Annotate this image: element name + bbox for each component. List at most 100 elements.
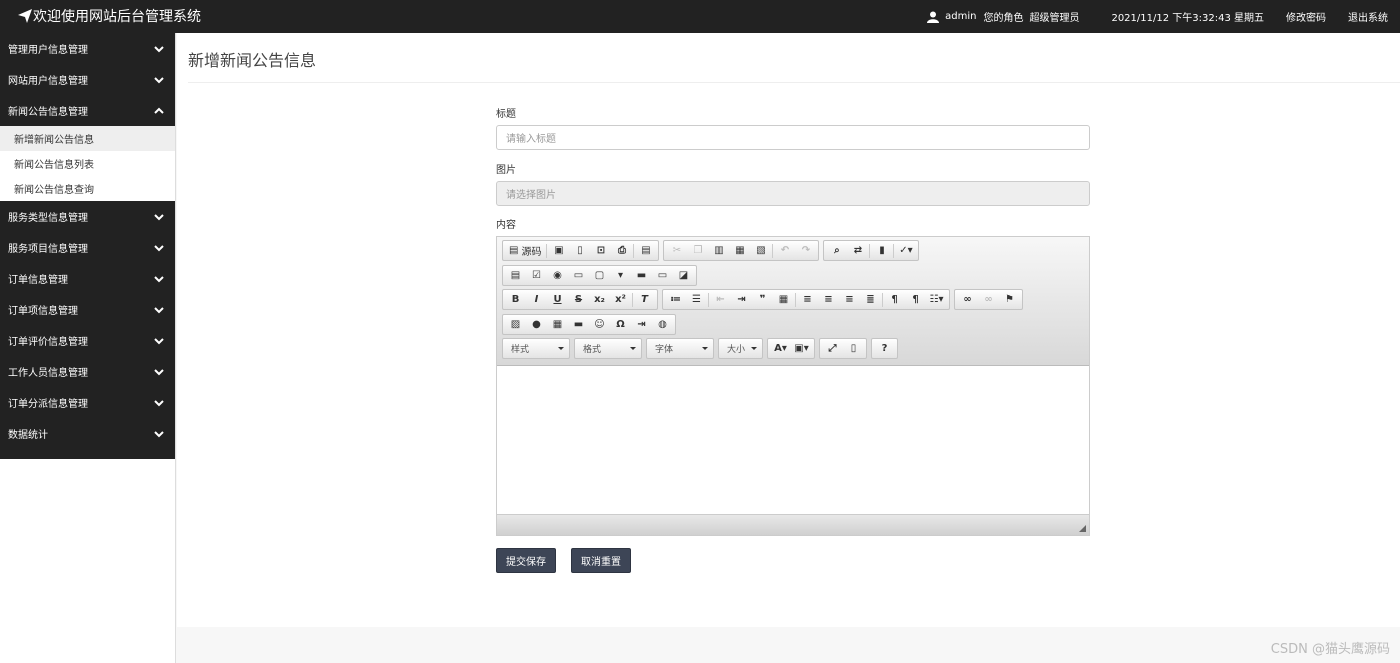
- sidebar-item-service-items[interactable]: 服务项目信息管理: [0, 232, 175, 263]
- app-title: 欢迎使用网站后台管理系统: [33, 9, 201, 25]
- bold-icon[interactable]: B: [505, 290, 526, 309]
- spellcheck-icon[interactable]: ✓▾: [895, 241, 916, 260]
- page-break-icon[interactable]: ⇥: [631, 315, 652, 334]
- unlink-icon[interactable]: ∞: [978, 290, 999, 309]
- replace-icon[interactable]: ⇄: [847, 241, 868, 260]
- select-all-icon[interactable]: ▮: [871, 241, 892, 260]
- language-icon[interactable]: ☷▾: [926, 290, 947, 309]
- sidebar-item-admin-users[interactable]: 管理用户信息管理: [0, 33, 175, 64]
- sidebar: 管理用户信息管理 网站用户信息管理 新闻公告信息管理 新增新闻公告信息 新闻公告…: [0, 33, 176, 663]
- sidebar-item-order-items[interactable]: 订单项信息管理: [0, 294, 175, 325]
- sidebar-item-site-users[interactable]: 网站用户信息管理: [0, 64, 175, 95]
- cut-icon[interactable]: ✂: [666, 241, 687, 260]
- blockquote-icon[interactable]: ❞: [752, 290, 773, 309]
- help-icon[interactable]: ?: [874, 339, 895, 358]
- font-select-label: 字体: [655, 345, 674, 355]
- strike-icon[interactable]: S: [568, 290, 589, 309]
- title-input[interactable]: 请输入标题: [496, 125, 1090, 150]
- maximize-icon[interactable]: ⤢: [822, 339, 843, 358]
- create-div-icon[interactable]: ▦: [773, 290, 794, 309]
- content-field: 内容 ▤ 源码 ▣ ▯ ⊡ ⎙ ▤ ✂ ❐ ▥ ▦ ▧ ↶ ↷ ⌕ ⇄ ▮ ✓▾…: [496, 216, 1090, 536]
- indent-icon[interactable]: ⇥: [731, 290, 752, 309]
- print-icon[interactable]: ⎙: [611, 241, 632, 260]
- size-select[interactable]: 大小: [718, 338, 763, 359]
- numbered-list-icon[interactable]: ≔: [665, 290, 686, 309]
- smiley-icon[interactable]: ☺: [589, 315, 610, 334]
- table-icon[interactable]: ▦: [547, 315, 568, 334]
- rtl-icon[interactable]: ¶: [905, 290, 926, 309]
- new-page-icon[interactable]: ▯: [569, 241, 590, 260]
- chevron-down-icon: [154, 244, 164, 251]
- sidebar-subitem-add-news[interactable]: 新增新闻公告信息: [0, 126, 175, 151]
- align-center-icon[interactable]: ≡: [818, 290, 839, 309]
- image-icon[interactable]: ▨: [505, 315, 526, 334]
- resize-handle-icon[interactable]: [1079, 525, 1086, 532]
- align-right-icon[interactable]: ≡: [839, 290, 860, 309]
- button-icon[interactable]: ▬: [631, 266, 652, 285]
- username: admin: [945, 11, 977, 22]
- templates-icon[interactable]: ▤: [635, 241, 656, 260]
- separator: [708, 292, 709, 307]
- editor-content-area[interactable]: [497, 366, 1089, 514]
- textarea-icon[interactable]: ▢: [589, 266, 610, 285]
- textfield-icon[interactable]: ▭: [568, 266, 589, 285]
- reset-button[interactable]: 取消重置: [571, 548, 631, 573]
- sidebar-item-order-reviews[interactable]: 订单评价信息管理: [0, 325, 175, 356]
- bg-color-icon[interactable]: ▣▾: [791, 339, 812, 358]
- hidden-field-icon[interactable]: ◪: [673, 266, 694, 285]
- sidebar-subitem-news-query[interactable]: 新闻公告信息查询: [0, 176, 175, 201]
- sidebar-item-service-types[interactable]: 服务类型信息管理: [0, 201, 175, 232]
- chevron-down-icon: [154, 430, 164, 437]
- logout-link[interactable]: 退出系统: [1348, 9, 1388, 24]
- sidebar-item-news[interactable]: 新闻公告信息管理: [0, 95, 175, 126]
- paste-word-icon[interactable]: ▧: [750, 241, 771, 260]
- image-button-icon[interactable]: ▭: [652, 266, 673, 285]
- link-icon[interactable]: ∞: [957, 290, 978, 309]
- change-password-link[interactable]: 修改密码: [1286, 9, 1326, 24]
- subscript-icon[interactable]: x₂: [589, 290, 610, 309]
- text-color-icon[interactable]: A▾: [770, 339, 791, 358]
- font-select[interactable]: 字体: [646, 338, 714, 359]
- sidebar-item-order-dispatch[interactable]: 订单分派信息管理: [0, 387, 175, 418]
- align-left-icon[interactable]: ≡: [797, 290, 818, 309]
- checkbox-icon[interactable]: ☑: [526, 266, 547, 285]
- horizontal-rule-icon[interactable]: ▬: [568, 315, 589, 334]
- sidebar-subitem-news-list[interactable]: 新闻公告信息列表: [0, 151, 175, 176]
- form-icon[interactable]: ▤: [505, 266, 526, 285]
- bulleted-list-icon[interactable]: ☰: [686, 290, 707, 309]
- paste-icon[interactable]: ▥: [708, 241, 729, 260]
- select-icon[interactable]: ▾: [610, 266, 631, 285]
- sidebar-item-staff[interactable]: 工作人员信息管理: [0, 356, 175, 387]
- image-input[interactable]: 请选择图片: [496, 181, 1090, 206]
- format-select[interactable]: 格式: [574, 338, 642, 359]
- radio-icon[interactable]: ◉: [547, 266, 568, 285]
- submit-button[interactable]: 提交保存: [496, 548, 556, 573]
- italic-icon[interactable]: I: [526, 290, 547, 309]
- anchor-icon[interactable]: ⚑: [999, 290, 1020, 309]
- special-char-icon[interactable]: Ω: [610, 315, 631, 334]
- preview-icon[interactable]: ⊡: [590, 241, 611, 260]
- save-icon[interactable]: ▣: [548, 241, 569, 260]
- outdent-icon[interactable]: ⇤: [710, 290, 731, 309]
- sidebar-item-orders[interactable]: 订单信息管理: [0, 263, 175, 294]
- underline-icon[interactable]: U: [547, 290, 568, 309]
- redo-icon[interactable]: ↷: [795, 241, 816, 260]
- style-select[interactable]: 样式: [502, 338, 570, 359]
- show-blocks-icon[interactable]: ▯: [843, 339, 864, 358]
- remove-format-icon[interactable]: T: [634, 290, 655, 309]
- separator: [632, 292, 633, 307]
- justify-icon[interactable]: ≣: [860, 290, 881, 309]
- toolbar-row: ▤ ☑ ◉ ▭ ▢ ▾ ▬ ▭ ◪: [502, 264, 1084, 286]
- undo-icon[interactable]: ↶: [774, 241, 795, 260]
- ltr-icon[interactable]: ¶: [884, 290, 905, 309]
- paste-text-icon[interactable]: ▦: [729, 241, 750, 260]
- copy-icon[interactable]: ❐: [687, 241, 708, 260]
- source-button[interactable]: ▤ 源码: [505, 241, 545, 260]
- superscript-icon[interactable]: x²: [610, 290, 631, 309]
- sidebar-item-statistics[interactable]: 数据统计: [0, 418, 175, 449]
- toolbar-row: B I U S x₂ x² T ≔ ☰ ⇤ ⇥ ❞ ▦ ≡ ≡ ≡ ≣ ¶ ¶ …: [502, 289, 1084, 310]
- iframe-icon[interactable]: ◍: [652, 315, 673, 334]
- find-icon[interactable]: ⌕: [826, 241, 847, 260]
- flash-icon[interactable]: ●: [526, 315, 547, 334]
- brand[interactable]: 欢迎使用网站后台管理系统: [18, 6, 201, 26]
